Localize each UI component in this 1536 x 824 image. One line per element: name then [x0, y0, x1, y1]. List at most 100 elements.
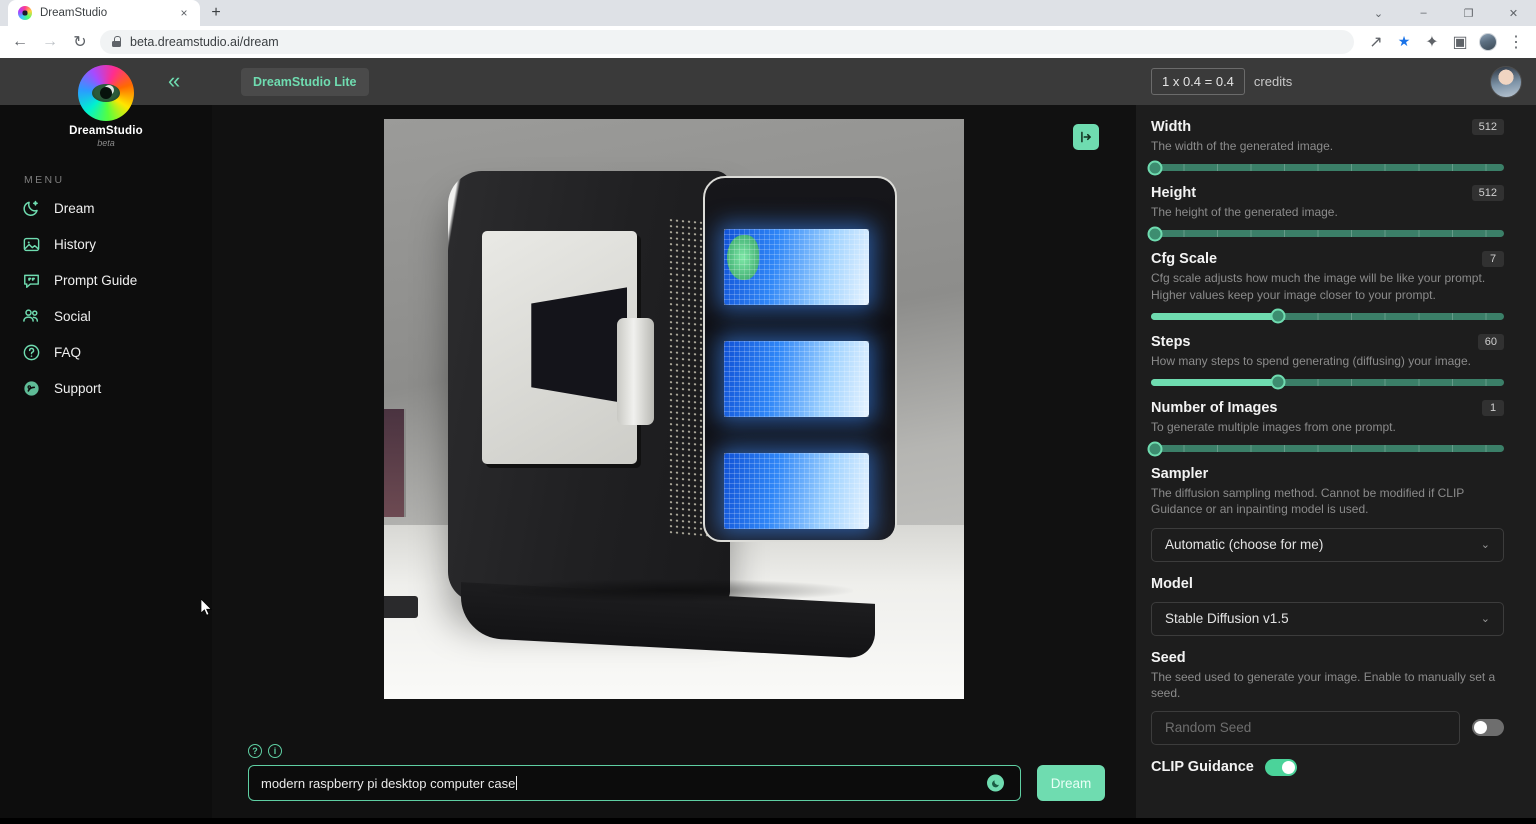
chevron-down-icon[interactable]: ⌄: [1356, 0, 1401, 26]
sampler-selected-value: Automatic (choose for me): [1165, 537, 1323, 552]
bookmark-star-icon[interactable]: ★: [1390, 28, 1418, 56]
moon-sparkle-icon: [20, 197, 42, 219]
sidebar-item-history[interactable]: History: [0, 226, 212, 262]
collapse-sidebar-button[interactable]: «: [168, 70, 175, 92]
sidebar-item-label: Dream: [54, 201, 95, 216]
background-monitor: [384, 409, 406, 517]
credits-label: credits: [1254, 74, 1481, 89]
logo-title: DreamStudio: [69, 125, 143, 137]
dreamstudio-lite-badge[interactable]: DreamStudio Lite: [241, 68, 369, 96]
setting-label: Steps: [1151, 334, 1191, 350]
setting-value: 1: [1482, 400, 1504, 416]
height-slider[interactable]: [1151, 230, 1504, 237]
model-select[interactable]: Stable Diffusion v1.5 ⌄: [1151, 602, 1504, 636]
browser-profile-avatar[interactable]: [1474, 28, 1502, 56]
close-window-icon[interactable]: ✕: [1491, 0, 1536, 26]
chat-quote-icon: [20, 269, 42, 291]
case-body: [448, 171, 730, 602]
sidebar-item-dream[interactable]: Dream: [0, 190, 212, 226]
prompt-area: ? i modern raspberry pi desktop computer…: [212, 734, 1136, 818]
setting-description: Cfg scale adjusts how much the image wil…: [1151, 270, 1504, 302]
mouse-cursor: [201, 599, 213, 617]
setting-clip-guidance: CLIP Guidance: [1151, 759, 1504, 776]
setting-label: Cfg Scale: [1151, 251, 1217, 267]
chevron-down-icon: ⌄: [1481, 612, 1490, 625]
setting-cfg-scale: Cfg Scale 7 Cfg scale adjusts how much t…: [1151, 251, 1504, 319]
tab-title: DreamStudio: [40, 7, 168, 19]
sidebar-item-label: Support: [54, 381, 101, 396]
side-panel-icon[interactable]: ▣: [1446, 28, 1474, 56]
setting-value: 512: [1472, 185, 1504, 201]
minimize-icon[interactable]: –: [1401, 0, 1446, 26]
extensions-icon[interactable]: ✦: [1418, 28, 1446, 56]
browser-tab[interactable]: DreamStudio ×: [8, 0, 200, 26]
number-of-images-slider[interactable]: [1151, 445, 1504, 452]
setting-label: Number of Images: [1151, 400, 1278, 416]
sidebar-item-faq[interactable]: FAQ: [0, 334, 212, 370]
seed-toggle[interactable]: [1472, 719, 1504, 736]
setting-value: 60: [1478, 334, 1504, 350]
moon-icon[interactable]: [987, 775, 1004, 792]
share-icon[interactable]: ↗: [1362, 28, 1390, 56]
width-slider[interactable]: [1151, 164, 1504, 171]
sidebar-menu: Dream History: [0, 190, 212, 406]
expand-panel-icon[interactable]: [1073, 124, 1099, 150]
setting-steps: Steps 60 How many steps to spend generat…: [1151, 334, 1504, 386]
back-icon[interactable]: ←: [6, 28, 34, 56]
sidebar-item-label: Social: [54, 309, 91, 324]
cfg-scale-slider[interactable]: [1151, 313, 1504, 320]
maximize-icon[interactable]: ❐: [1446, 0, 1491, 26]
glow-panel: [724, 229, 868, 305]
settings-panel: 1 x 0.4 = 0.4 credits Width 512 The widt…: [1136, 58, 1536, 818]
settings-list: Width 512 The width of the generated ima…: [1136, 105, 1536, 818]
prompt-row: modern raspberry pi desktop computer cas…: [248, 765, 1105, 801]
seed-input[interactable]: Random Seed: [1151, 711, 1460, 745]
case-handle: [617, 318, 654, 426]
sidebar-item-support[interactable]: Support: [0, 370, 212, 406]
setting-height: Height 512 The height of the generated i…: [1151, 185, 1504, 237]
dream-button[interactable]: Dream: [1037, 765, 1105, 801]
url-text: beta.dreamstudio.ai/dream: [130, 35, 279, 49]
case-glass-window: [703, 176, 897, 543]
address-bar[interactable]: beta.dreamstudio.ai/dream: [100, 30, 1354, 54]
sampler-select[interactable]: Automatic (choose for me) ⌄: [1151, 528, 1504, 562]
setting-seed: Seed The seed used to generate your imag…: [1151, 650, 1504, 745]
logo-subtitle: beta: [97, 138, 115, 148]
info-circle-icon[interactable]: i: [268, 744, 282, 758]
case-shadow: [483, 579, 853, 602]
reload-icon[interactable]: ↻: [66, 28, 94, 56]
setting-label: Height: [1151, 185, 1196, 201]
app-logo[interactable]: DreamStudio beta: [0, 65, 212, 148]
setting-label: Width: [1151, 119, 1191, 135]
lock-icon: [112, 36, 121, 47]
setting-width: Width 512 The width of the generated ima…: [1151, 119, 1504, 171]
sidebar-item-social[interactable]: Social: [0, 298, 212, 334]
setting-number-of-images: Number of Images 1 To generate multiple …: [1151, 400, 1504, 452]
new-tab-button[interactable]: +: [202, 0, 230, 26]
canvas-area: [212, 105, 1136, 734]
browser-menu-icon[interactable]: ⋮: [1502, 28, 1530, 56]
setting-label: Model: [1151, 576, 1193, 592]
setting-description: To generate multiple images from one pro…: [1151, 419, 1504, 435]
case-side-panel: [482, 231, 637, 464]
toolbar-right-actions: ↗ ★ ✦ ▣ ⋮: [1362, 28, 1530, 56]
user-avatar[interactable]: [1490, 66, 1522, 98]
prompt-input[interactable]: modern raspberry pi desktop computer cas…: [248, 765, 1021, 801]
close-icon[interactable]: ×: [176, 5, 192, 21]
question-circle-icon: [20, 341, 42, 363]
sidebar-item-label: History: [54, 237, 96, 252]
question-circle-icon[interactable]: ?: [248, 744, 262, 758]
forward-icon[interactable]: →: [36, 28, 64, 56]
clip-guidance-toggle[interactable]: [1265, 759, 1297, 776]
setting-description: The height of the generated image.: [1151, 204, 1504, 220]
setting-model: Model Stable Diffusion v1.5 ⌄: [1151, 576, 1504, 636]
chevron-down-icon: ⌄: [1481, 538, 1490, 551]
computer-case: [448, 171, 889, 629]
clip-guidance-label: CLIP Guidance: [1151, 759, 1254, 775]
generated-image[interactable]: [384, 119, 964, 699]
sidebar-item-prompt-guide[interactable]: Prompt Guide: [0, 262, 212, 298]
app-header: DreamStudio Lite: [212, 58, 1136, 105]
background-object: [384, 596, 418, 618]
steps-slider[interactable]: [1151, 379, 1504, 386]
credits-calculation: 1 x 0.4 = 0.4: [1151, 68, 1245, 95]
